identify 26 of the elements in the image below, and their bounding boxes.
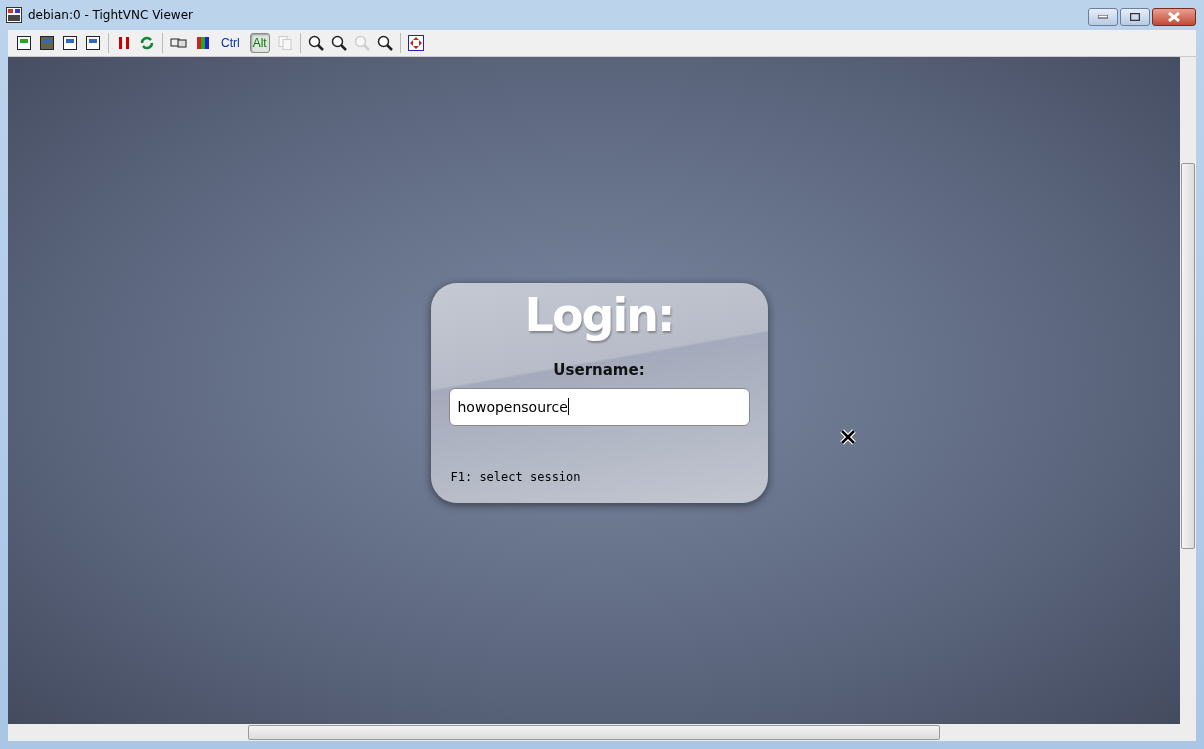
zoom-in-icon[interactable] [307,35,324,51]
close-icon [1168,12,1180,22]
scrollbar-thumb[interactable] [248,725,940,740]
refresh-icon[interactable] [139,35,155,51]
scrollbar-thumb[interactable] [1181,163,1195,549]
keyboard-key-toggle[interactable]: Ctrl [218,33,243,53]
window-title: debian:0 - TightVNC Viewer [28,8,193,22]
remote-desktop[interactable]: Login: Username: howopensource F1: select session [8,57,1180,724]
username-field[interactable]: howopensource [448,387,750,426]
maximize-button[interactable] [1120,8,1150,26]
fullscreen-icon[interactable] [407,35,424,51]
pause-icon[interactable] [116,35,132,51]
keyboard-key-toggle[interactable]: Alt [249,33,270,53]
zoom-out-icon[interactable] [330,35,347,51]
username-label: Username: [553,360,645,379]
maximize-icon [1130,13,1140,21]
session-hint: F1: select session [450,469,581,484]
login-title: Login: [524,286,674,343]
x-cursor-icon [840,429,856,445]
close-button[interactable] [1152,8,1196,26]
vertical-scrollbar[interactable] [1180,57,1196,724]
color-icon[interactable] [195,35,211,51]
app-icon [6,7,22,23]
minimize-icon [1098,15,1108,19]
zoom-auto-icon[interactable] [376,35,393,51]
horizontal-scrollbar[interactable] [8,724,1196,741]
